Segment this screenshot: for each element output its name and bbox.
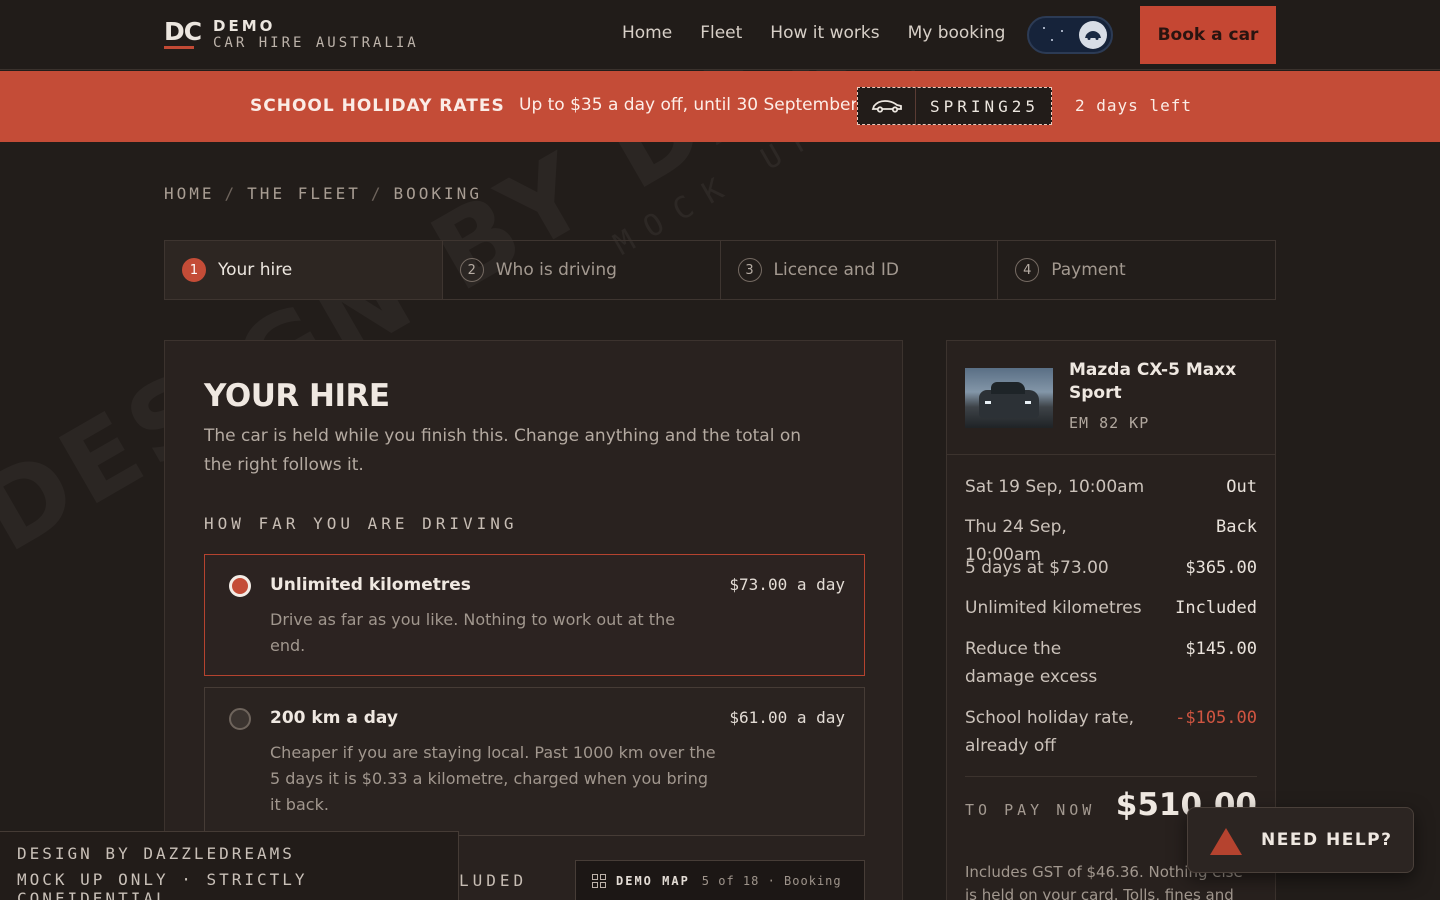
promo-code: SPRING25 (930, 96, 1040, 116)
nav-fleet[interactable]: Fleet (700, 23, 742, 43)
summary-row-discount: School holiday rate, already off -$105.0… (965, 704, 1257, 760)
breadcrumb: HOME / THE FLEET / BOOKING (164, 184, 482, 203)
book-a-car-button[interactable]: Book a car (1140, 6, 1276, 64)
step-label: Your hire (218, 260, 293, 280)
car-thumbnail (965, 368, 1053, 428)
nav-my-booking[interactable]: My booking (908, 23, 1006, 43)
demo-map-label: DEMO MAP (616, 873, 690, 888)
watermark-line1: DESIGN BY DAZZLEDREAMS (17, 844, 295, 863)
need-help-button[interactable]: NEED HELP? (1187, 807, 1414, 873)
promo-code-box[interactable]: SPRING25 (856, 86, 1053, 126)
star-icon (1061, 30, 1063, 32)
breadcrumb-current: BOOKING (393, 184, 482, 203)
row-value: $365.00 (1185, 558, 1257, 578)
brand-name: DEMO CAR HIRE AUSTRALIA (213, 18, 419, 52)
breadcrumb-separator: / (224, 184, 238, 203)
watermark-panel: DESIGN BY DAZZLEDREAMS MOCK UP ONLY · ST… (0, 831, 459, 900)
step-label: Payment (1051, 260, 1126, 280)
hire-intro: The car is held while you finish this. C… (204, 426, 802, 475)
hire-form-card: YOUR HIRE The car is held while you fini… (164, 340, 903, 900)
option-unlimited-km[interactable]: Unlimited kilometres $73.00 a day Drive … (204, 554, 865, 676)
demo-map-info: 5 of 18 · Booking (701, 873, 842, 888)
option-200km-a-day[interactable]: 200 km a day $61.00 a day Cheaper if you… (204, 687, 865, 836)
row-value: Included (1175, 598, 1257, 618)
car-name: Mazda CX-5 Maxx Sport (1069, 360, 1237, 403)
theme-toggle[interactable] (1027, 16, 1113, 54)
step-number: 4 (1015, 258, 1040, 282)
row-label: Sat 19 Sep, 10:00am (965, 477, 1145, 497)
step-number: 3 (737, 258, 762, 282)
step-who-is-driving[interactable]: 2 Who is driving (443, 241, 721, 299)
booking-steps: 1 Your hire 2 Who is driving 3 Licence a… (164, 240, 1276, 300)
pay-now-label: TO PAY NOW (965, 801, 1096, 819)
site-header: DC DEMO CAR HIRE AUSTRALIA Home Fleet Ho… (0, 0, 1440, 70)
section-heading-distance: HOW FAR YOU ARE DRIVING (204, 514, 518, 533)
row-label: School holiday rate, already off (965, 708, 1135, 756)
car-icon (1085, 31, 1101, 40)
section-heading-included: LUDED (459, 871, 528, 890)
option-description: Drive as far as you like. Nothing to wor… (270, 610, 676, 655)
page-title: YOUR HIRE (204, 378, 390, 414)
toggle-knob (1079, 21, 1107, 49)
warning-triangle-icon (1210, 828, 1242, 855)
star-icon (1043, 27, 1045, 29)
demo-map-pill[interactable]: DEMO MAP 5 of 18 · Booking (575, 860, 865, 900)
summary-car: Mazda CX-5 Maxx Sport EM 82 KP (947, 341, 1275, 455)
row-value: Out (1226, 477, 1257, 497)
option-description: Cheaper if you are staying local. Past 1… (270, 743, 716, 814)
summary-row-pickup: Sat 19 Sep, 10:00am Out (965, 473, 1257, 501)
nav-home[interactable]: Home (622, 23, 672, 43)
car-icon (858, 88, 916, 124)
promo-message: Up to $35 a day off, until 30 September (519, 95, 858, 115)
breadcrumb-separator: / (370, 184, 384, 203)
brand-line1: DEMO (213, 17, 276, 35)
summary-row-damage-excess: Reduce the damage excess $145.00 (965, 635, 1257, 691)
radio-unselected[interactable] (229, 708, 251, 730)
row-value: -$105.00 (1175, 708, 1257, 728)
option-price: $73.00 a day (729, 575, 845, 594)
step-label: Licence and ID (773, 260, 899, 280)
watermark-line2: MOCK UP ONLY · STRICTLY CONFIDENTIAL (17, 870, 308, 900)
logo-mark-text: DC (164, 17, 202, 46)
step-your-hire[interactable]: 1 Your hire (165, 241, 443, 299)
radio-selected[interactable] (229, 575, 251, 597)
step-licence-and-id[interactable]: 3 Licence and ID (721, 241, 999, 299)
car-plate: EM 82 KP (1069, 414, 1150, 432)
row-label: 5 days at $73.00 (965, 558, 1109, 578)
logo-underline (164, 46, 194, 49)
star-icon (1051, 39, 1053, 41)
brand-logo[interactable]: DC DEMO CAR HIRE AUSTRALIA (164, 18, 419, 52)
row-value: $145.00 (1185, 639, 1257, 659)
step-number: 2 (459, 258, 484, 282)
breadcrumb-home[interactable]: HOME (164, 184, 215, 203)
option-name: 200 km a day (270, 708, 398, 728)
promo-days-left: 2 days left (1075, 96, 1192, 115)
option-name: Unlimited kilometres (270, 575, 471, 595)
summary-row-days: 5 days at $73.00 $365.00 (965, 554, 1257, 582)
nav-how-it-works[interactable]: How it works (770, 23, 879, 43)
promo-banner: SCHOOL HOLIDAY RATES Up to $35 a day off… (0, 71, 1440, 142)
step-number: 1 (182, 258, 206, 282)
promo-title: SCHOOL HOLIDAY RATES (250, 96, 505, 116)
main-nav: Home Fleet How it works My booking (622, 23, 1033, 43)
step-label: Who is driving (495, 260, 617, 280)
logo-mark: DC (164, 17, 202, 51)
brand-line2: CAR HIRE AUSTRALIA (213, 35, 419, 51)
option-price: $61.00 a day (729, 708, 845, 727)
summary-divider (965, 776, 1257, 777)
row-label: Unlimited kilometres (965, 598, 1142, 618)
row-label: Reduce the damage excess (965, 639, 1098, 687)
summary-row-kilometres: Unlimited kilometres Included (965, 594, 1257, 622)
breadcrumb-fleet[interactable]: THE FLEET (247, 184, 361, 203)
step-payment[interactable]: 4 Payment (998, 241, 1275, 299)
need-help-label: NEED HELP? (1261, 830, 1393, 850)
grid-icon (592, 873, 606, 888)
